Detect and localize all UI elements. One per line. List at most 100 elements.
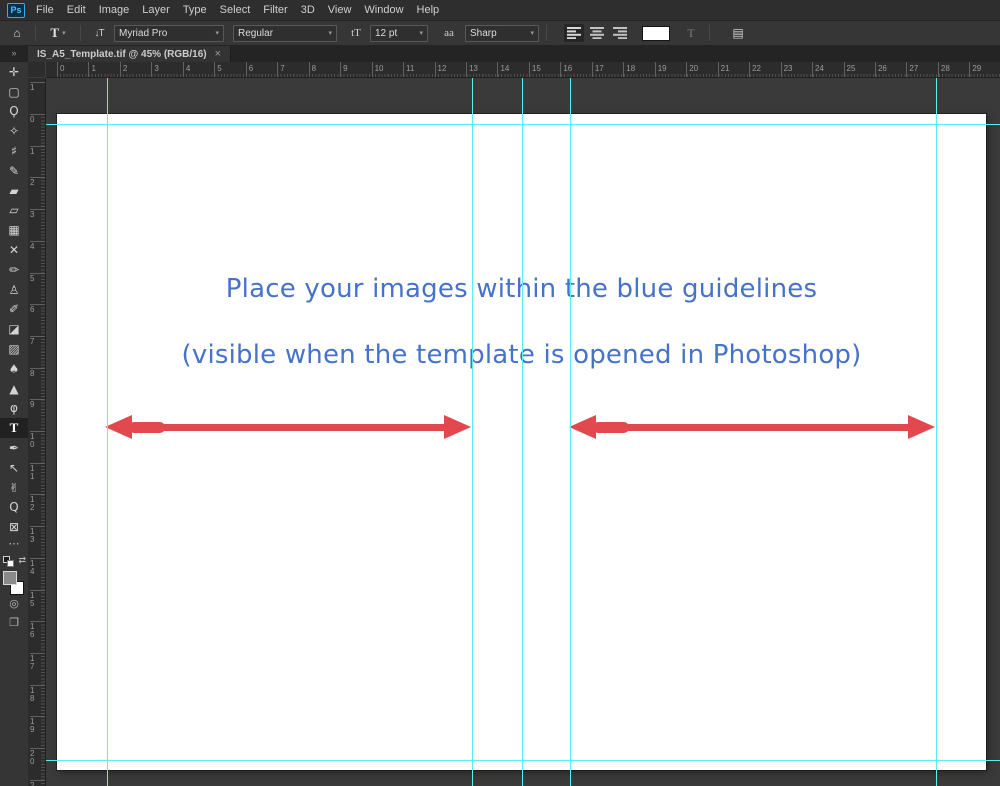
arrow-head-right-icon <box>444 415 471 439</box>
ruler-number: 9 <box>30 399 45 409</box>
type-tool[interactable]: T <box>0 418 28 439</box>
rectangular-marquee-tool[interactable]: ▢ <box>0 82 28 102</box>
double-arrow <box>569 415 935 439</box>
chevron-down-icon: ▾ <box>328 30 332 37</box>
menu-edit[interactable]: Edit <box>65 4 88 16</box>
type-icon: T <box>9 420 19 436</box>
lasso-tool[interactable]: Ϙ <box>0 102 28 122</box>
frame-icon: ⊠ <box>8 520 20 535</box>
swap-colors-icon[interactable]: ⇄ <box>18 555 26 566</box>
history-brush-tool[interactable]: ✐ <box>0 300 28 320</box>
hand-tool[interactable]: ✌ <box>0 478 28 498</box>
foreground-color-swatch[interactable] <box>3 571 17 586</box>
tab-overflow-icon[interactable]: » <box>0 46 28 62</box>
ruler-number: 3 <box>30 209 45 219</box>
screen-mode-icon[interactable]: ❐ <box>0 614 28 633</box>
patch-icon: ▦ <box>8 223 20 238</box>
eyedropper-tool[interactable]: ✎ <box>0 161 28 181</box>
ruler-number: 0 <box>30 114 45 124</box>
arrow-bump <box>593 422 629 433</box>
ruler-number: 20 <box>686 62 698 77</box>
ruler-number: 2 <box>119 62 127 77</box>
menu-filter[interactable]: Filter <box>261 4 289 16</box>
text-color-swatch[interactable] <box>642 25 670 41</box>
guide-vertical[interactable] <box>107 78 108 786</box>
edit-toolbar-icon[interactable]: ⋯ <box>0 539 28 553</box>
quick-mask-icon[interactable]: ◎ <box>0 595 28 614</box>
dodge-tool[interactable]: φ <box>0 399 28 419</box>
guide-vertical[interactable] <box>570 78 571 786</box>
ruler-origin[interactable] <box>28 62 46 78</box>
sharpen-tool[interactable]: ▲ <box>0 379 28 399</box>
menu-3d[interactable]: 3D <box>299 4 317 16</box>
align-center-button[interactable] <box>587 24 607 42</box>
ruler-number: 5 <box>30 272 45 283</box>
ruler-number: 4 <box>182 62 190 77</box>
guide-horizontal[interactable] <box>46 759 1000 761</box>
menu-window[interactable]: Window <box>362 4 405 16</box>
menu-select[interactable]: Select <box>218 4 253 16</box>
sharpen-icon: ▲ <box>9 381 19 396</box>
gradient-tool[interactable]: ▨ <box>0 339 28 359</box>
move-icon: ✛ <box>8 64 20 79</box>
separator <box>709 25 710 41</box>
ruler-number: 9 <box>340 62 348 77</box>
default-colors-icon[interactable] <box>3 556 14 568</box>
menu-view[interactable]: View <box>326 4 354 16</box>
document-tab[interactable]: IS_A5_Template.tif @ 45% (RGB/16) × <box>28 46 232 62</box>
arrow-shaft <box>119 424 457 431</box>
menu-help[interactable]: Help <box>415 4 442 16</box>
healing-brush-tool[interactable]: ▱ <box>0 201 28 221</box>
blur-tool[interactable]: ♠ <box>0 359 28 379</box>
warp-text-icon[interactable]: T <box>680 26 702 41</box>
menu-image[interactable]: Image <box>97 4 132 16</box>
frame-tool[interactable]: ⊠ <box>0 517 28 537</box>
zoom-tool[interactable]: Q <box>0 498 28 518</box>
ruler-number: 0 <box>57 62 64 77</box>
horizontal-ruler[interactable]: 0 1 2 3 4 5 6 7 8 9 10 11 12 13 14 15 16 17 18 19 20 21 22 23 24… <box>46 62 1000 78</box>
crop-tool[interactable]: ♯ <box>0 141 28 161</box>
guide-vertical[interactable] <box>521 78 523 786</box>
tool-preset-picker[interactable]: T ▾ <box>43 25 73 41</box>
path-selection-tool[interactable]: ↖ <box>0 458 28 478</box>
home-icon[interactable]: ⌂ <box>6 26 28 40</box>
ruler-number: 22 <box>749 62 761 77</box>
text-orientation-icon[interactable]: ↓T <box>88 28 110 39</box>
eraser-tool[interactable]: ◪ <box>0 319 28 339</box>
anti-alias-select[interactable]: Sharp ▾ <box>465 24 539 42</box>
ruler-number: 8 <box>30 367 45 378</box>
font-size-select[interactable]: 12 pt ▾ <box>370 24 428 42</box>
ruler-number: 3 <box>151 62 159 77</box>
magic-wand-tool[interactable]: ✧ <box>0 121 28 141</box>
content-aware-move-tool[interactable]: ✕ <box>0 240 28 260</box>
brush-tool[interactable]: ✏ <box>0 260 28 280</box>
ruler-number: 1 <box>88 62 96 77</box>
font-style-select[interactable]: Regular ▾ <box>233 24 337 42</box>
close-icon[interactable]: × <box>215 49 221 60</box>
align-center-icon <box>590 27 604 39</box>
align-left-button[interactable] <box>564 24 584 42</box>
pen-tool[interactable]: ✒ <box>0 438 28 458</box>
guide-vertical[interactable] <box>936 78 937 786</box>
color-swatches <box>2 571 26 596</box>
font-family-value: Myriad Pro <box>119 27 168 39</box>
patch-tool[interactable]: ▦ <box>0 220 28 240</box>
toggle-panels-icon[interactable]: ▤ <box>727 26 749 40</box>
menu-layer[interactable]: Layer <box>140 4 172 16</box>
photoshop-logo-icon[interactable]: Ps <box>7 2 25 18</box>
align-right-button[interactable] <box>610 24 630 42</box>
ruler-number: 13 <box>465 62 478 77</box>
ruler-number: 7 <box>30 335 45 346</box>
clone-stamp-tool[interactable]: ♙ <box>0 280 28 300</box>
separator <box>546 25 547 41</box>
color-controls: ⇄ <box>0 555 28 569</box>
move-tool[interactable]: ✛ <box>0 62 28 82</box>
type-tool-icon: T <box>50 25 60 40</box>
menu-type[interactable]: Type <box>181 4 209 16</box>
font-family-select[interactable]: Myriad Pro ▾ <box>114 24 224 42</box>
spot-healing-brush-tool[interactable]: ▰ <box>0 181 28 201</box>
menu-file[interactable]: File <box>34 4 56 16</box>
guide-horizontal[interactable] <box>46 124 1000 125</box>
vertical-ruler[interactable]: 101234567891 01 11 21 31 41 51 61 71 81 … <box>28 78 46 786</box>
guide-vertical[interactable] <box>472 78 473 786</box>
